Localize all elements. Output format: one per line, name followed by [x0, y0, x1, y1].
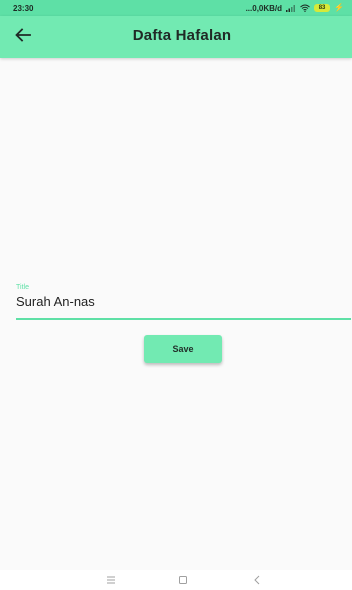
title-field-underline — [16, 318, 351, 320]
status-icons: ...0,0KB/d 83 ⚡ — [246, 4, 344, 13]
title-field-label: Title — [16, 284, 29, 291]
wifi-icon — [300, 4, 310, 12]
signal-icon — [286, 4, 296, 12]
app-bar: Dafta Hafalan — [0, 16, 352, 58]
system-nav-bar — [0, 570, 352, 590]
home-square-icon[interactable] — [173, 572, 193, 588]
back-chevron-icon[interactable] — [247, 572, 267, 588]
battery-icon: 83 — [314, 4, 331, 12]
menu-icon[interactable] — [101, 572, 121, 588]
title-field[interactable]: Title Surah An-nas — [16, 284, 351, 320]
page-title: Dafta Hafalan — [132, 27, 232, 44]
save-button[interactable]: Save — [144, 335, 222, 363]
title-input[interactable]: Surah An-nas — [16, 294, 351, 309]
status-bar: 23:30 ...0,0KB/d 83 ⚡ — [0, 0, 352, 16]
bolt-icon: ⚡ — [334, 3, 344, 12]
network-speed: ...0,0KB/d — [245, 3, 283, 13]
status-time: 23:30 — [13, 3, 34, 13]
